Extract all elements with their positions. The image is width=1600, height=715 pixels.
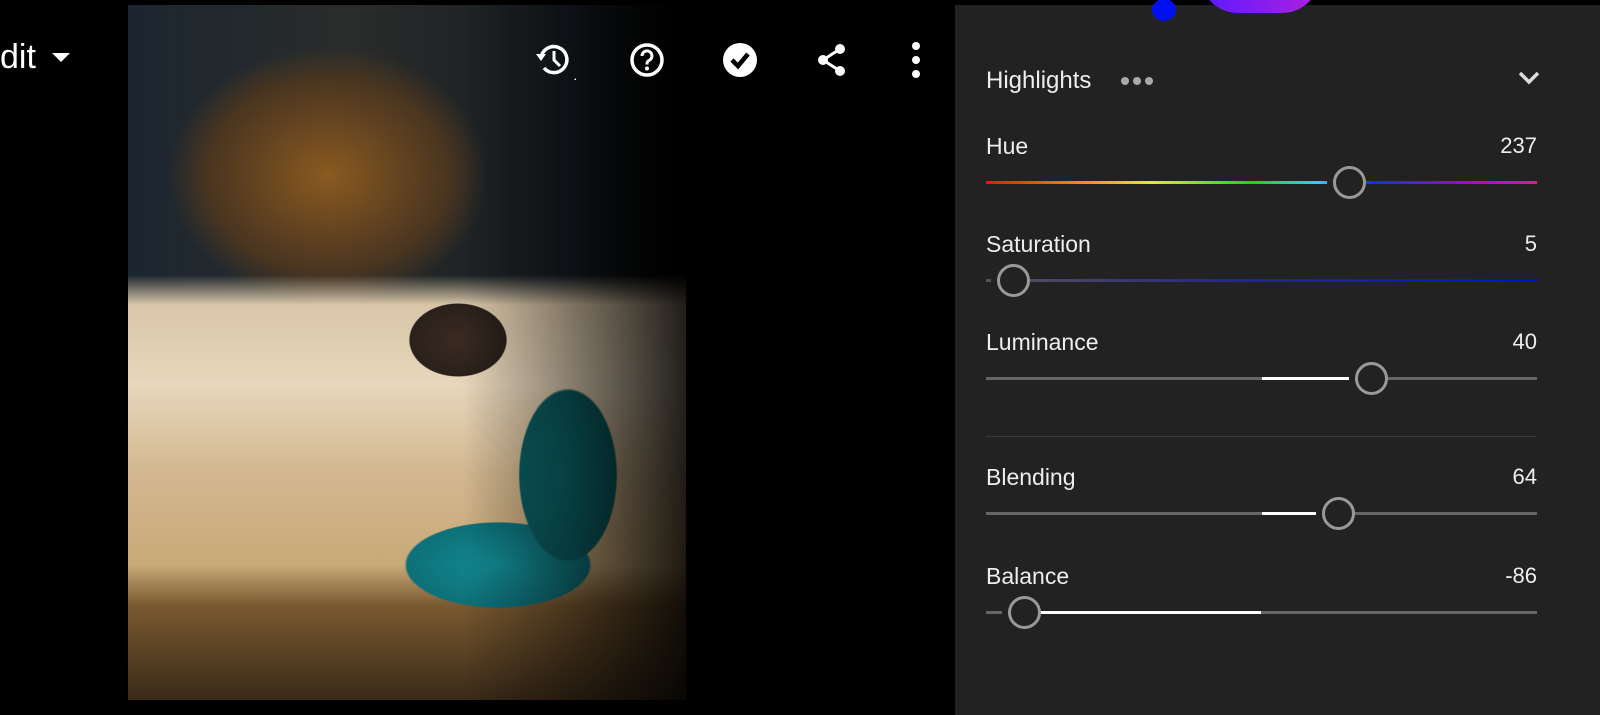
done-button[interactable] <box>718 38 762 82</box>
help-icon <box>630 43 664 77</box>
luminance-slider-knob[interactable] <box>1354 362 1388 395</box>
balance-track[interactable] <box>986 596 1537 629</box>
hue-track[interactable] <box>986 166 1537 199</box>
more-vertical-icon <box>912 42 920 78</box>
blending-value[interactable]: 64 <box>1513 464 1537 490</box>
blending-track[interactable] <box>986 497 1537 530</box>
blending-label: Blending <box>986 464 1076 490</box>
section-title: Highlights <box>986 67 1092 94</box>
balance-value[interactable]: -86 <box>1505 563 1537 589</box>
done-check-icon <box>723 43 757 77</box>
balance-slider-knob[interactable] <box>1007 596 1041 629</box>
luminance-track[interactable] <box>986 362 1537 395</box>
history-icon <box>536 44 576 80</box>
more-button[interactable] <box>894 38 938 82</box>
caret-down-icon <box>51 53 70 62</box>
section-header: Highlights <box>986 65 1541 97</box>
divider <box>986 436 1537 437</box>
blending-slider-knob[interactable] <box>1321 497 1355 530</box>
share-icon <box>818 44 845 76</box>
saturation-label: Saturation <box>986 231 1091 257</box>
more-options-icon[interactable] <box>1121 77 1154 85</box>
color-wheel-handle[interactable] <box>1152 0 1176 21</box>
color-grading-panel: Highlights Hue 237 Saturation 5 Luminanc… <box>955 0 1600 715</box>
hue-slider-knob[interactable] <box>1332 166 1366 199</box>
saturation-track[interactable] <box>986 264 1537 297</box>
help-button[interactable] <box>625 38 669 82</box>
balance-label: Balance <box>986 563 1070 589</box>
edit-mode-label: dit <box>0 38 36 76</box>
chevron-down-icon[interactable] <box>1517 69 1541 87</box>
top-toolbar <box>530 38 950 82</box>
history-button[interactable] <box>532 38 576 82</box>
luminance-value[interactable]: 40 <box>1513 329 1537 355</box>
share-button[interactable] <box>810 38 854 82</box>
edit-mode-dropdown[interactable]: dit <box>0 38 70 77</box>
hue-value[interactable]: 237 <box>1500 133 1537 159</box>
hue-label: Hue <box>986 133 1029 159</box>
photo-canvas[interactable] <box>128 5 686 700</box>
saturation-value[interactable]: 5 <box>1525 231 1537 257</box>
color-wheel[interactable] <box>1200 0 1320 13</box>
luminance-label: Luminance <box>986 329 1099 355</box>
saturation-slider-knob[interactable] <box>996 264 1030 297</box>
balance-fill <box>1024 611 1262 614</box>
